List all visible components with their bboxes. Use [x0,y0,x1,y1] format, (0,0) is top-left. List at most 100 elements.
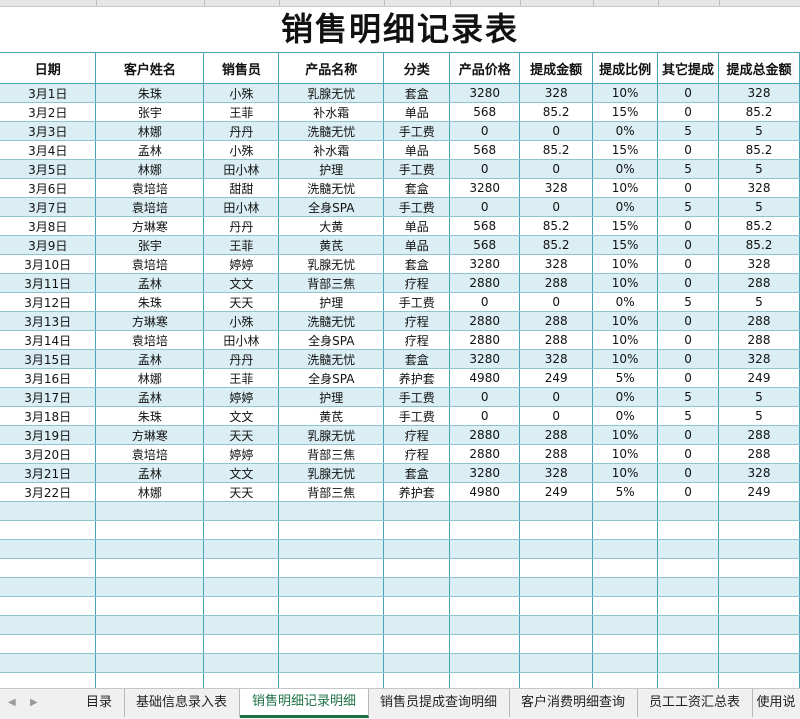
cell-rate[interactable]: 15% [592,140,659,160]
cell-category[interactable]: 套盒 [383,254,451,274]
empty-cell[interactable] [203,615,280,635]
cell-commission[interactable]: 328 [519,83,594,103]
empty-cell[interactable] [657,539,719,559]
sheet-tab-sales-detail[interactable]: 销售明细记录明细 [240,689,369,718]
cell-price[interactable]: 3280 [449,349,521,369]
cell-total[interactable]: 328 [718,349,800,369]
empty-cell[interactable] [519,501,594,521]
cell-category[interactable]: 手工费 [383,292,451,312]
cell-date[interactable]: 3月4日 [0,140,97,160]
cell-date[interactable]: 3月9日 [0,235,97,255]
cell-total[interactable]: 5 [718,406,800,426]
empty-cell[interactable] [0,615,97,635]
cell-rate[interactable]: 0% [592,197,659,217]
cell-rate[interactable]: 15% [592,102,659,122]
cell-date[interactable]: 3月12日 [0,292,97,312]
cell-salesperson[interactable]: 小殊 [203,83,280,103]
cell-commission[interactable]: 249 [519,368,594,388]
empty-cell[interactable] [95,501,205,521]
empty-cell[interactable] [95,596,205,616]
empty-cell[interactable] [95,539,205,559]
empty-cell[interactable] [383,634,451,654]
cell-total[interactable]: 288 [718,311,800,331]
empty-cell[interactable] [0,596,97,616]
cell-rate[interactable]: 10% [592,463,659,483]
empty-cell[interactable] [718,615,800,635]
cell-total[interactable]: 85.2 [718,102,800,122]
cell-total[interactable]: 288 [718,425,800,445]
cell-other[interactable]: 0 [657,178,719,198]
cell-customer[interactable]: 方琳寒 [95,425,205,445]
empty-cell[interactable] [383,501,451,521]
empty-cell[interactable] [383,596,451,616]
cell-category[interactable]: 手工费 [383,121,451,141]
empty-cell[interactable] [383,615,451,635]
header-cell-rate[interactable]: 提成比例 [592,53,659,84]
cell-commission[interactable]: 288 [519,444,594,464]
cell-commission[interactable]: 0 [519,121,594,141]
cell-date[interactable]: 3月21日 [0,463,97,483]
cell-other[interactable]: 5 [657,159,719,179]
empty-cell[interactable] [203,577,280,597]
cell-salesperson[interactable]: 田小林 [203,197,280,217]
cell-product[interactable]: 洗髓无忧 [278,178,385,198]
cell-salesperson[interactable]: 小殊 [203,140,280,160]
cell-rate[interactable]: 10% [592,83,659,103]
cell-category[interactable]: 养护套 [383,482,451,502]
empty-cell[interactable] [718,501,800,521]
cell-commission[interactable]: 85.2 [519,216,594,236]
cell-other[interactable]: 0 [657,425,719,445]
cell-customer[interactable]: 袁培培 [95,444,205,464]
cell-customer[interactable]: 朱珠 [95,83,205,103]
cell-commission[interactable]: 328 [519,178,594,198]
cell-date[interactable]: 3月18日 [0,406,97,426]
scroll-left-icon[interactable]: ◀ [8,697,16,708]
empty-cell[interactable] [519,653,594,673]
cell-salesperson[interactable]: 文文 [203,273,280,293]
cell-product[interactable]: 背部三焦 [278,273,385,293]
empty-cell[interactable] [592,539,659,559]
cell-product[interactable]: 背部三焦 [278,444,385,464]
cell-date[interactable]: 3月3日 [0,121,97,141]
cell-salesperson[interactable]: 田小林 [203,330,280,350]
cell-salesperson[interactable]: 婷婷 [203,254,280,274]
cell-category[interactable]: 疗程 [383,425,451,445]
cell-product[interactable]: 全身SPA [278,368,385,388]
empty-cell[interactable] [95,520,205,540]
cell-category[interactable]: 单品 [383,140,451,160]
cell-total[interactable]: 288 [718,273,800,293]
cell-salesperson[interactable]: 王菲 [203,235,280,255]
cell-salesperson[interactable]: 文文 [203,406,280,426]
cell-category[interactable]: 疗程 [383,311,451,331]
cell-product[interactable]: 护理 [278,387,385,407]
cell-commission[interactable]: 288 [519,273,594,293]
header-cell-salesperson[interactable]: 销售员 [203,53,280,84]
empty-cell[interactable] [657,577,719,597]
cell-category[interactable]: 手工费 [383,159,451,179]
empty-cell[interactable] [657,634,719,654]
cell-commission[interactable]: 288 [519,311,594,331]
cell-commission[interactable]: 85.2 [519,235,594,255]
empty-cell[interactable] [203,653,280,673]
empty-cell[interactable] [95,615,205,635]
empty-cell[interactable] [278,653,385,673]
cell-salesperson[interactable]: 天天 [203,482,280,502]
cell-salesperson[interactable]: 丹丹 [203,349,280,369]
empty-cell[interactable] [449,539,521,559]
cell-total[interactable]: 328 [718,254,800,274]
cell-other[interactable]: 0 [657,330,719,350]
cell-salesperson[interactable]: 小殊 [203,311,280,331]
cell-other[interactable]: 5 [657,121,719,141]
cell-other[interactable]: 0 [657,254,719,274]
cell-commission[interactable]: 85.2 [519,140,594,160]
cell-salesperson[interactable]: 王菲 [203,368,280,388]
cell-date[interactable]: 3月7日 [0,197,97,217]
cell-product[interactable]: 全身SPA [278,330,385,350]
cell-other[interactable]: 0 [657,235,719,255]
cell-category[interactable]: 疗程 [383,444,451,464]
cell-customer[interactable]: 孟林 [95,387,205,407]
empty-cell[interactable] [592,634,659,654]
empty-cell[interactable] [519,596,594,616]
empty-cell[interactable] [203,596,280,616]
cell-salesperson[interactable]: 王菲 [203,102,280,122]
